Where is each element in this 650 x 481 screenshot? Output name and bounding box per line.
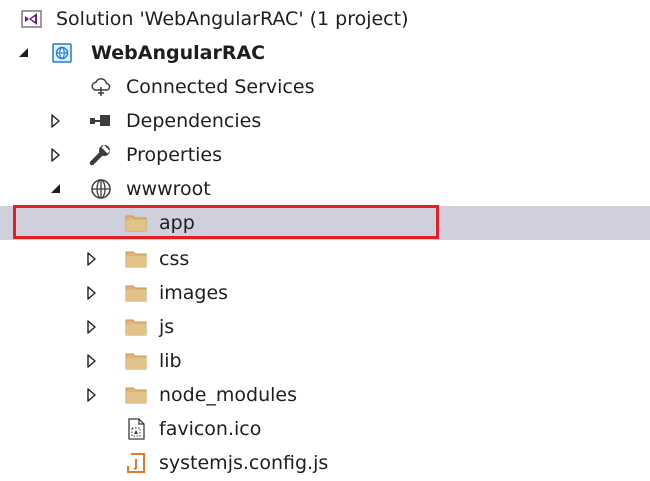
tree-item-label: lib [159, 350, 182, 372]
visual-studio-solution-icon [20, 8, 44, 30]
folder-icon [124, 350, 148, 372]
tree-item-label: Dependencies [126, 110, 262, 132]
tree-item-label: css [159, 248, 190, 270]
tree-item-node-modules-folder[interactable]: node_modules [0, 378, 650, 412]
folder-icon [124, 282, 148, 304]
expanded-arrow-icon[interactable] [16, 44, 32, 62]
tree-item-properties[interactable]: Properties [0, 138, 650, 172]
tree-item-connected-services[interactable]: Connected Services [0, 70, 650, 104]
tree-item-label: Solution 'WebAngularRAC' (1 project) [56, 8, 409, 30]
expanded-arrow-icon[interactable] [48, 180, 64, 198]
tree-item-label: WebAngularRAC [91, 42, 266, 64]
connected-services-cloud-icon [89, 76, 113, 98]
collapsed-arrow-icon[interactable] [84, 318, 100, 336]
collapsed-arrow-icon[interactable] [84, 284, 100, 302]
tree-item-label: images [159, 282, 229, 304]
icon-file-icon [124, 418, 148, 440]
tree-item-solution[interactable]: Solution 'WebAngularRAC' (1 project) [0, 2, 650, 36]
tree-item-label: node_modules [159, 384, 298, 406]
tree-item-images-folder[interactable]: images [0, 276, 650, 310]
tree-item-favicon-file[interactable]: favicon.ico [0, 412, 650, 446]
javascript-file-icon [124, 452, 148, 474]
collapsed-arrow-icon[interactable] [48, 112, 64, 130]
tree-item-dependencies[interactable]: Dependencies [0, 104, 650, 138]
dependencies-icon [89, 110, 113, 132]
wrench-icon [89, 144, 113, 166]
tree-item-label: js [159, 316, 175, 338]
folder-icon [124, 384, 148, 406]
tree-item-lib-folder[interactable]: lib [0, 344, 650, 378]
tree-item-wwwroot[interactable]: wwwroot [0, 172, 650, 206]
collapsed-arrow-icon[interactable] [84, 386, 100, 404]
tree-item-js-folder[interactable]: js [0, 310, 650, 344]
tree-item-label: Properties [126, 144, 223, 166]
globe-icon [89, 178, 113, 200]
tree-item-project-webangularrac[interactable]: WebAngularRAC [0, 36, 650, 70]
collapsed-arrow-icon[interactable] [48, 146, 64, 164]
web-project-icon [50, 42, 74, 64]
tree-item-label: favicon.ico [159, 418, 262, 440]
tree-item-label: wwwroot [126, 178, 211, 200]
tree-item-label: Connected Services [126, 76, 315, 98]
folder-icon [124, 248, 148, 270]
tree-item-systemjs-config-file[interactable]: systemjs.config.js [0, 446, 650, 480]
folder-icon [124, 316, 148, 338]
highlight-box [13, 205, 439, 239]
solution-explorer-tree: Solution 'WebAngularRAC' (1 project) Web… [0, 0, 650, 481]
tree-item-label: systemjs.config.js [159, 452, 329, 474]
collapsed-arrow-icon[interactable] [84, 250, 100, 268]
collapsed-arrow-icon[interactable] [84, 352, 100, 370]
tree-item-css-folder[interactable]: css [0, 242, 650, 276]
